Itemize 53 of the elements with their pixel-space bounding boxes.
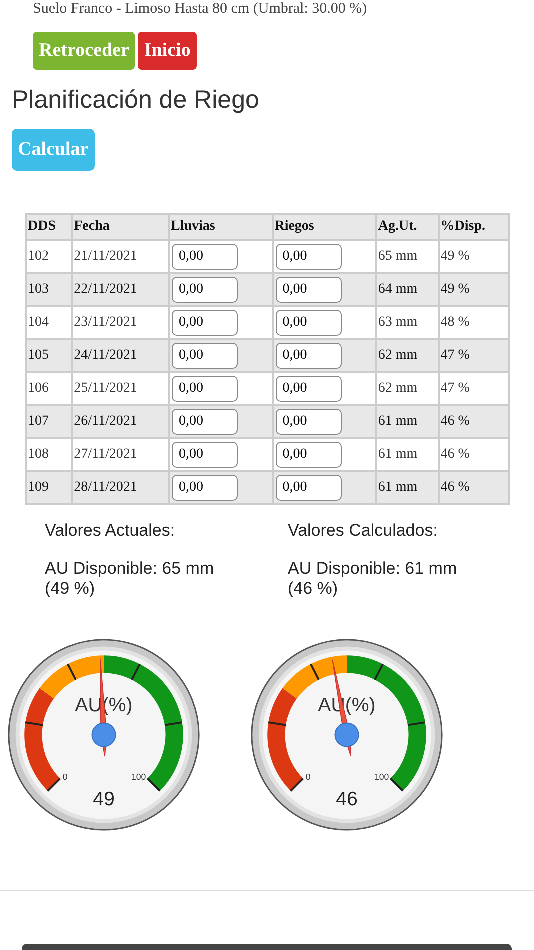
table-cell: 46 % [438, 405, 509, 438]
scale-min-label: 0 [62, 772, 68, 782]
table-cell: 105 [26, 339, 72, 372]
number-field[interactable]: 0,00 [276, 276, 342, 302]
scale-max-label: 100 [374, 772, 390, 782]
number-field[interactable]: 0,00 [172, 376, 238, 402]
number-field[interactable]: 0,00 [276, 244, 342, 270]
table-cell: 61 mm [376, 405, 439, 438]
section-heading: Valores Calculados: [288, 521, 439, 541]
available-water-text: AU Disponible: 61 mm (46 %) [288, 559, 458, 599]
nav-button[interactable]: Inicio [138, 32, 197, 70]
table-cell: 24/11/2021 [72, 339, 169, 372]
number-field[interactable]: 0,00 [172, 342, 238, 368]
number-field[interactable]: 0,00 [172, 244, 238, 270]
table-cell: 64 mm [376, 273, 439, 306]
needle-hub [334, 722, 360, 748]
table-cell: 47 % [438, 339, 509, 372]
table-cell: 46 % [438, 471, 509, 504]
column-header: Fecha [72, 214, 169, 240]
page-title: Planificación de Riego [12, 86, 260, 115]
soil-info: Suelo Franco - Limoso Hasta 80 cm (Umbral: 30.00 %) [32, 0, 368, 18]
table-cell: 107 [26, 405, 72, 438]
table-cell: 109 [26, 471, 72, 504]
table-cell: 28/11/2021 [72, 471, 169, 504]
number-field[interactable]: 0,00 [172, 310, 238, 336]
number-field[interactable]: 0,00 [172, 474, 238, 500]
number-field[interactable]: 0,00 [172, 442, 238, 468]
gauge-value: 46 [336, 788, 358, 811]
gauge-value: 49 [93, 788, 115, 811]
column-header: Lluvias [169, 214, 273, 240]
available-water-text: AU Disponible: 65 mm (49 %) [45, 559, 216, 599]
number-field[interactable]: 0,00 [276, 474, 342, 500]
scale-max-label: 100 [131, 772, 146, 782]
scale-min-label: 0 [306, 772, 311, 782]
number-field[interactable]: 0,00 [172, 408, 238, 434]
table-cell: 61 mm [376, 471, 439, 504]
number-field[interactable]: 0,00 [276, 442, 342, 468]
needle-hub [92, 722, 116, 748]
table-cell: 22/11/2021 [72, 273, 169, 306]
column-header: Ag.Ut. [376, 214, 439, 240]
column-header: DDS [26, 214, 72, 240]
section-heading: Valores Actuales: [45, 521, 176, 541]
number-field[interactable]: 0,00 [276, 342, 342, 368]
number-field[interactable]: 0,00 [276, 408, 342, 434]
number-field[interactable]: 0,00 [276, 310, 342, 336]
table-cell: 26/11/2021 [72, 405, 169, 438]
table-cell: 62 mm [376, 339, 439, 372]
column-header: Riegos [272, 214, 376, 240]
column-header: %Disp. [438, 214, 509, 240]
number-field[interactable]: 0,00 [276, 376, 342, 402]
table-cell: 103 [26, 273, 72, 306]
number-field[interactable]: 0,00 [172, 276, 238, 302]
table-cell: 49 % [438, 273, 509, 306]
